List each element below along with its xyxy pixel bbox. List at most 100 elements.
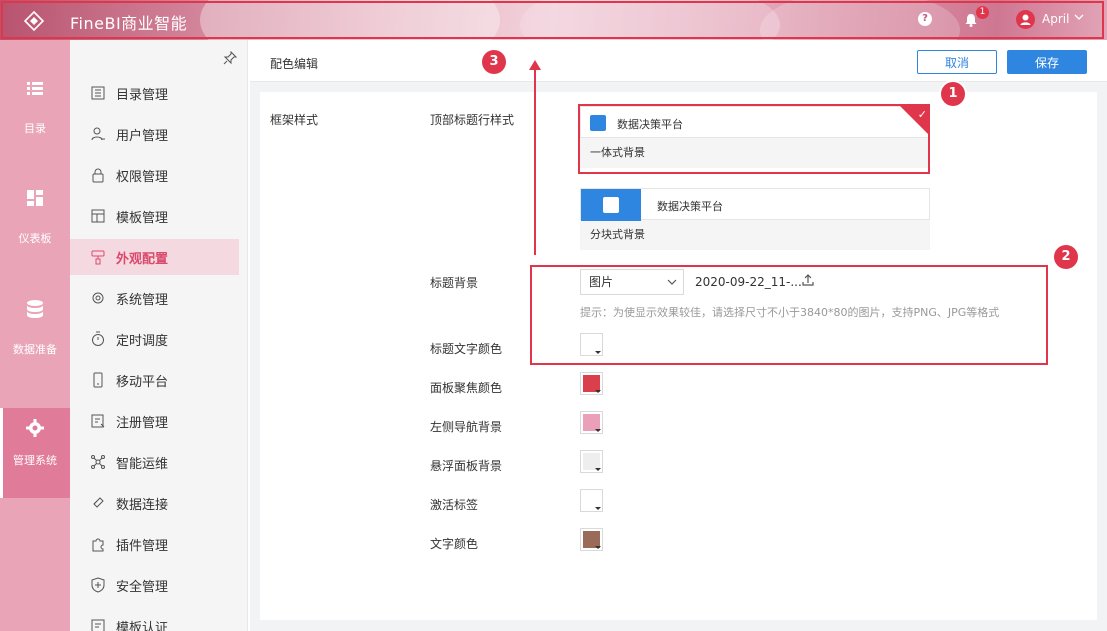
menu-item-ops[interactable]: 智能运维: [70, 444, 239, 480]
select-value: 图片: [589, 275, 614, 289]
platform-logo-icon: [603, 197, 619, 213]
color-row-label: 左侧导航背景: [430, 420, 503, 434]
menu-item-mobile[interactable]: 移动平台: [70, 362, 239, 398]
admin-side-menu: 目录管理 用户管理 权限管理 模板管理 外观配置 系统管理 定时调度 移动平台: [70, 40, 248, 631]
menu-item-certification[interactable]: 模板认证: [70, 608, 239, 631]
timer-icon: [92, 331, 104, 346]
brush-icon: [91, 250, 105, 265]
menu-item-label: 目录管理: [116, 87, 169, 103]
menu-item-users[interactable]: 用户管理: [70, 116, 239, 152]
menu-item-register[interactable]: 注册管理: [70, 403, 239, 439]
platform-logo-icon: [590, 115, 606, 131]
card-preview-bar: 数据决策平台: [580, 106, 930, 138]
menu-item-label: 外观配置: [116, 251, 169, 267]
menu-item-label: 定时调度: [116, 333, 169, 349]
menu-item-security[interactable]: 安全管理: [70, 567, 239, 603]
text-color-swatch[interactable]: [580, 528, 603, 551]
card-caption: 一体式背景: [590, 146, 645, 159]
settings-panel: 框架样式 顶部标题行样式 数据决策平台 一体式背景 ✓ 数据决策平台 分块式背景…: [260, 92, 1097, 620]
cancel-button[interactable]: 取消: [917, 50, 997, 74]
style-card-unified[interactable]: 数据决策平台 一体式背景 ✓: [580, 106, 930, 168]
chevron-down-icon[interactable]: [1073, 11, 1085, 23]
rail-label: 数据准备: [13, 343, 57, 356]
rail-item-data-prep[interactable]: 数据准备: [0, 299, 70, 389]
floating-panel-bg-color-swatch[interactable]: [580, 450, 603, 473]
register-icon: [91, 414, 105, 428]
shield-icon: [91, 577, 105, 593]
user-icon: [91, 127, 105, 141]
rail-label: 管理系统: [13, 454, 57, 467]
link-icon: [93, 497, 104, 508]
menu-item-label: 移动平台: [116, 374, 169, 390]
left-nav-bg-color-swatch[interactable]: [580, 411, 603, 434]
field-label-title-bg: 标题背景: [430, 276, 479, 290]
app-title: FineBI商业智能: [70, 14, 188, 33]
menu-item-label: 注册管理: [116, 415, 169, 431]
menu-item-label: 模板管理: [116, 210, 169, 226]
user-avatar-icon: [1020, 14, 1031, 25]
rail-item-admin[interactable]: 管理系统: [0, 408, 70, 498]
swatch-caret-icon: [595, 390, 601, 393]
color-row-label: 文字颜色: [430, 537, 479, 551]
primary-nav-rail: 目录 仪表板 数据准备 管理系统: [0, 40, 70, 631]
rail-item-dashboard[interactable]: 仪表板: [0, 188, 70, 278]
section-label: 框架样式: [270, 113, 319, 127]
menu-item-appearance[interactable]: 外观配置: [70, 239, 239, 275]
active-tab-color-swatch[interactable]: [580, 489, 603, 512]
save-button[interactable]: 保存: [1007, 50, 1087, 74]
help-icon[interactable]: ?: [918, 12, 932, 26]
style-card-block[interactable]: 数据决策平台 分块式背景: [580, 188, 930, 250]
lock-icon: [92, 168, 104, 183]
app-root: FineBI商业智能 ? 1 April 目录 仪表板 数据准备 管理系统 目录…: [0, 0, 1107, 631]
panel-focus-color-swatch[interactable]: [580, 372, 603, 395]
upload-icon[interactable]: [801, 273, 815, 287]
title-bg-type-select[interactable]: 图片: [580, 269, 684, 295]
card-preview-bar: 数据决策平台: [580, 188, 930, 221]
annotation-arrow-head-icon: [529, 60, 541, 70]
pin-icon[interactable]: [223, 51, 237, 65]
finebi-logo-icon: [24, 11, 44, 31]
main-content: 配色编辑 取消 保存 框架样式 顶部标题行样式 数据决策平台 一体式背景 ✓ 数…: [250, 40, 1107, 631]
field-label-top-title-style: 顶部标题行样式: [430, 113, 515, 127]
title-text-color-swatch[interactable]: [580, 333, 603, 356]
rail-label: 仪表板: [18, 232, 52, 245]
menu-item-label: 插件管理: [116, 538, 169, 554]
swatch-caret-icon: [595, 546, 601, 549]
menu-item-catalog[interactable]: 目录管理: [70, 75, 239, 111]
menu-item-data-connection[interactable]: 数据连接: [70, 485, 239, 521]
menu-item-label: 智能运维: [116, 456, 169, 472]
settings-icon: [92, 292, 104, 304]
ops-icon: [91, 455, 105, 469]
rail-item-catalog[interactable]: 目录: [0, 78, 70, 168]
menu-item-label: 用户管理: [116, 128, 169, 144]
notification-badge: 1: [976, 6, 989, 19]
swatch-caret-icon: [595, 468, 601, 471]
menu-item-label: 安全管理: [116, 579, 169, 595]
swatch-caret-icon: [595, 429, 601, 432]
block-header: [581, 189, 641, 221]
mobile-icon: [93, 372, 103, 388]
menu-item-schedule[interactable]: 定时调度: [70, 321, 239, 357]
annotation-number: 2: [1054, 245, 1078, 269]
menu-item-templates[interactable]: 模板管理: [70, 198, 239, 234]
menu-item-label: 模板认证: [116, 620, 169, 631]
page-title: 配色编辑: [270, 57, 319, 71]
rail-label: 目录: [24, 122, 46, 135]
avatar[interactable]: [1016, 10, 1035, 29]
color-row-label: 标题文字颜色: [430, 342, 503, 356]
menu-item-permissions[interactable]: 权限管理: [70, 157, 239, 193]
database-icon: [27, 300, 43, 318]
plugin-icon: [92, 538, 104, 552]
menu-item-system[interactable]: 系统管理: [70, 280, 239, 316]
user-name[interactable]: April: [1042, 12, 1069, 26]
check-icon: ✓: [917, 108, 927, 121]
color-row-label: 激活标签: [430, 498, 479, 512]
menu-item-label: 系统管理: [116, 292, 169, 308]
dashboard-grid-icon: [27, 190, 43, 206]
template-icon: [91, 209, 105, 223]
menu-item-plugins[interactable]: 插件管理: [70, 526, 239, 562]
top-header: FineBI商业智能 ? 1 April: [0, 0, 1107, 40]
gear-icon: [26, 419, 44, 437]
color-row-label: 悬浮面板背景: [430, 459, 503, 473]
annotation-number: 3: [482, 50, 506, 74]
